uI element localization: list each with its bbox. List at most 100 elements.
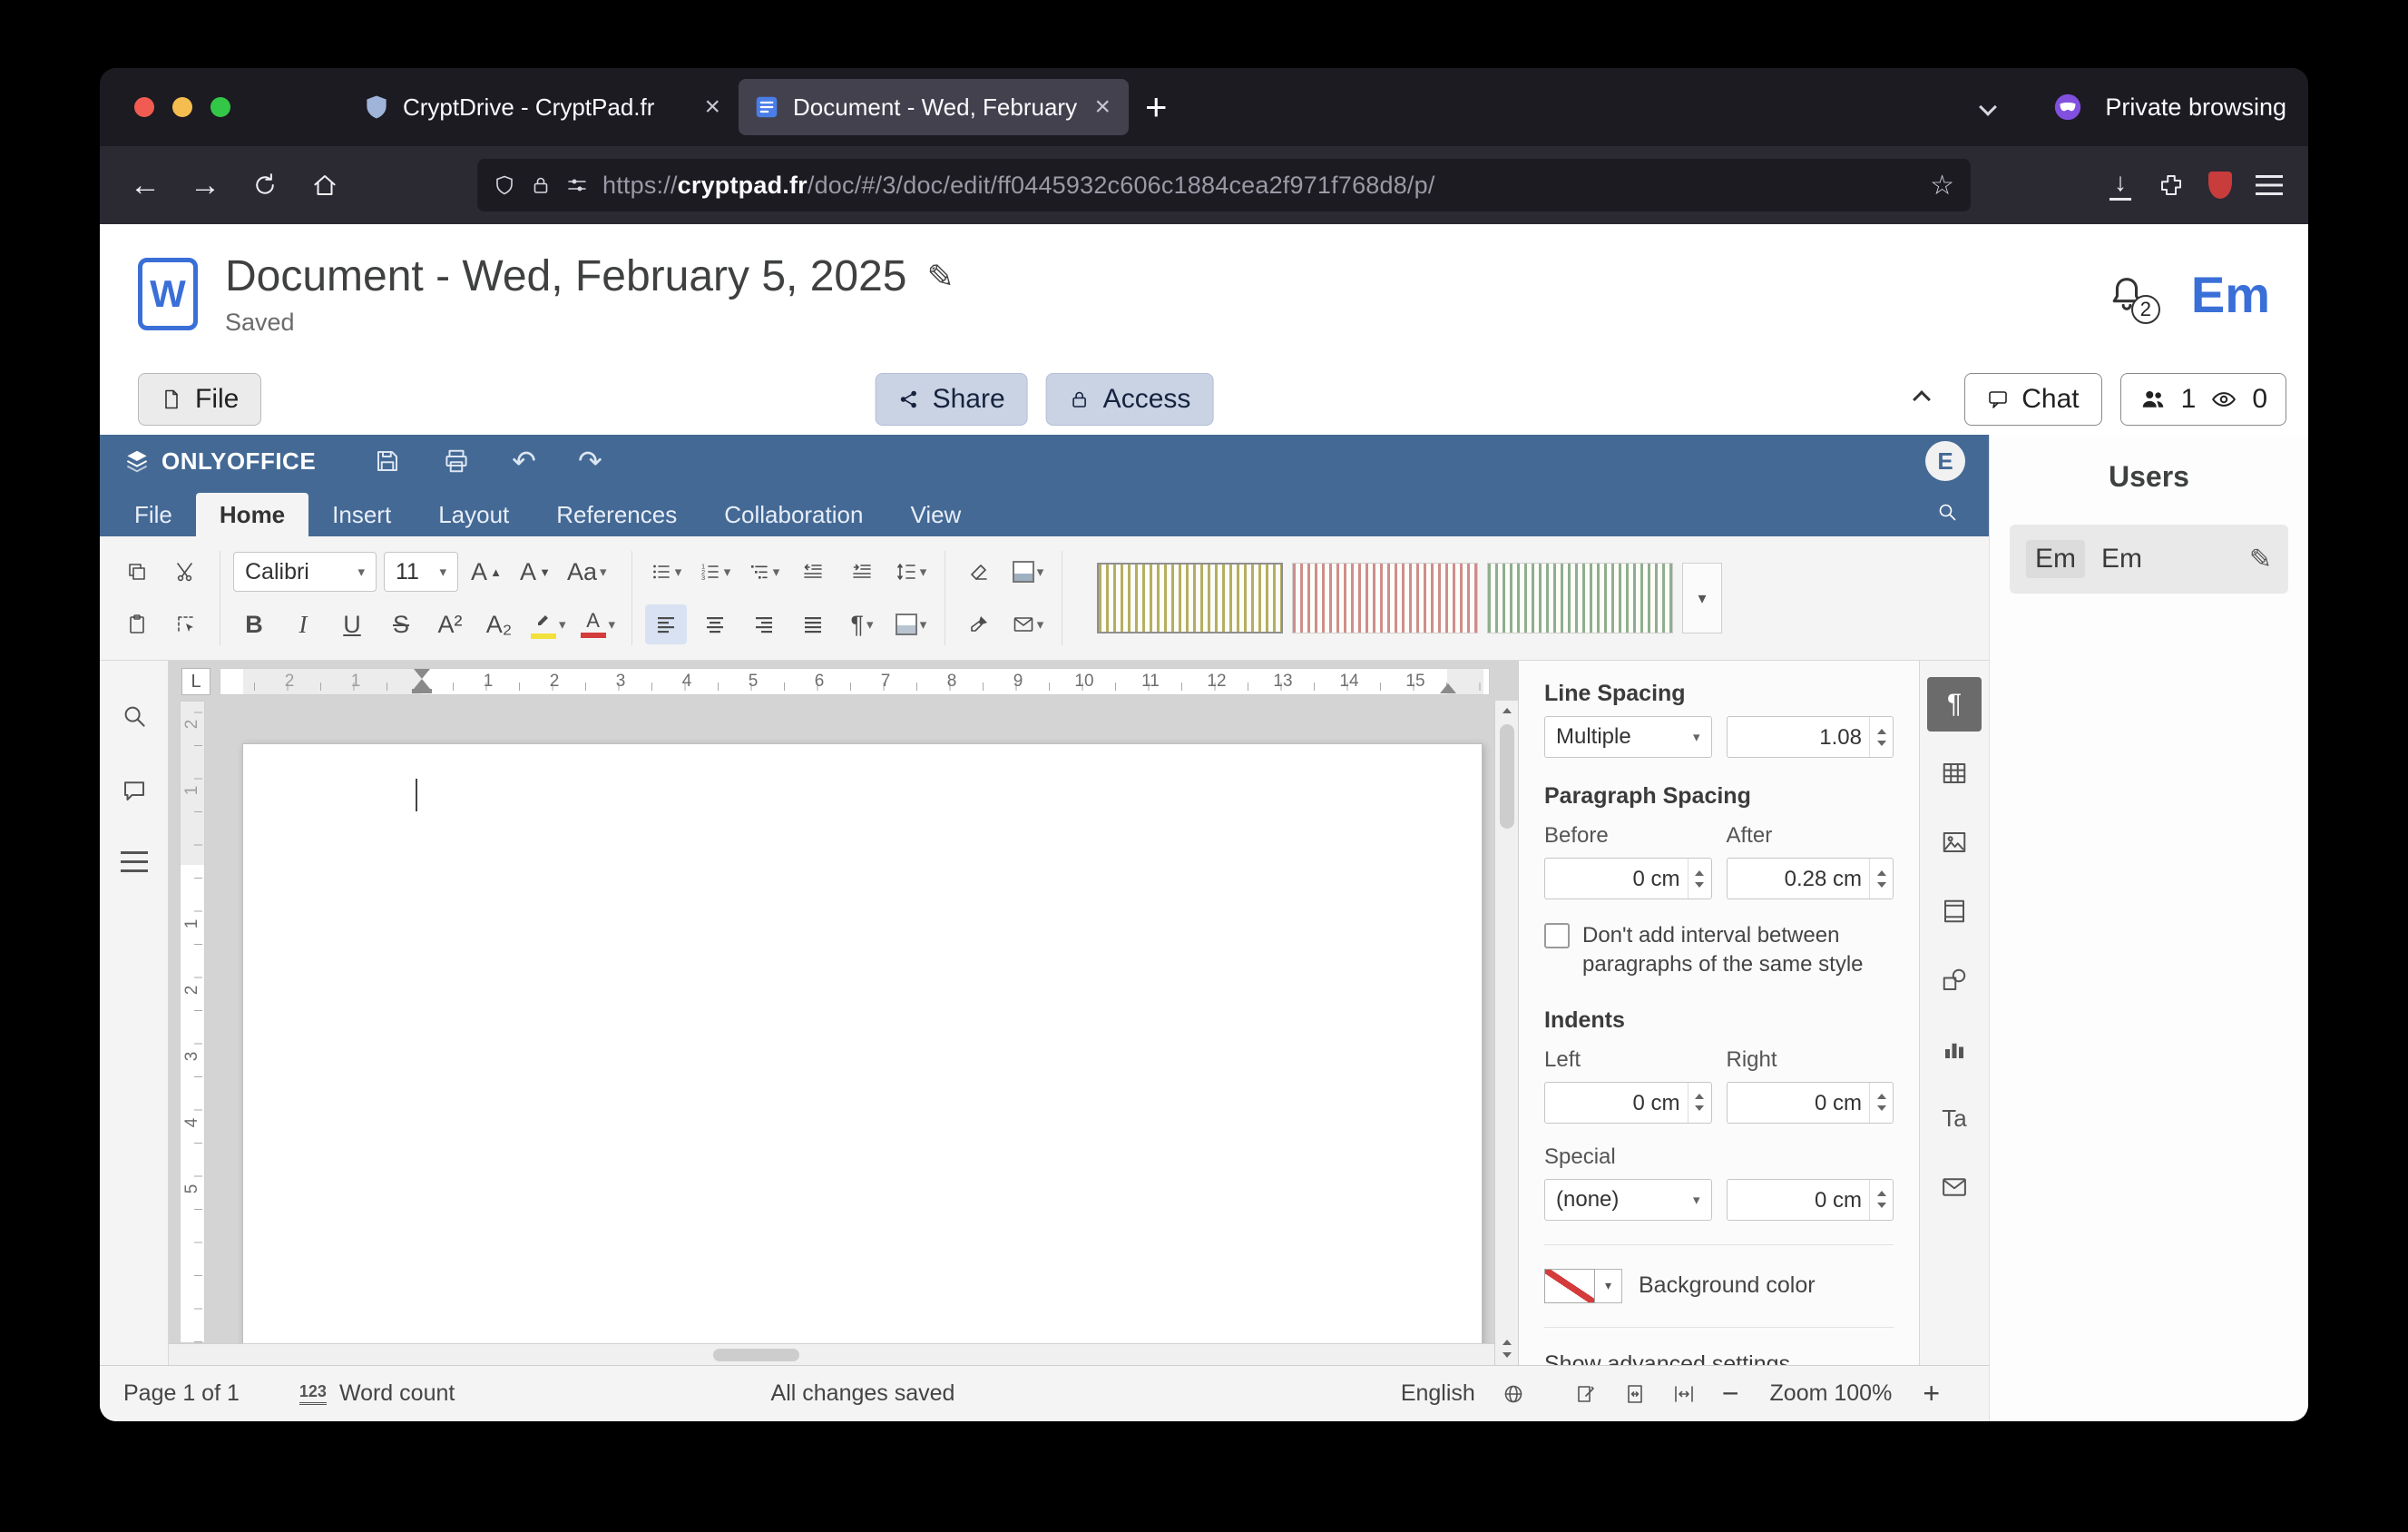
spin-up-icon[interactable] bbox=[1877, 1191, 1886, 1196]
collapse-toolbar-button[interactable] bbox=[1897, 375, 1946, 424]
align-left-button[interactable] bbox=[645, 604, 687, 644]
fit-width-icon[interactable] bbox=[1673, 1383, 1695, 1405]
address-bar[interactable]: https://cryptpad.fr/doc/#/3/doc/edit/ff0… bbox=[477, 159, 1971, 211]
cut-button[interactable] bbox=[165, 552, 207, 592]
table-settings-icon[interactable] bbox=[1927, 746, 1982, 800]
subscript-button[interactable]: A₂ bbox=[478, 604, 520, 644]
font-name-select[interactable]: Calibri▾ bbox=[233, 552, 377, 592]
zoom-in-icon[interactable]: + bbox=[1923, 1377, 1940, 1410]
list-all-tabs-icon[interactable] bbox=[1980, 98, 1998, 116]
spin-up-icon[interactable] bbox=[1877, 1094, 1886, 1099]
clear-style-button[interactable] bbox=[958, 552, 1000, 592]
textart-settings-icon[interactable]: Ta bbox=[1927, 1091, 1982, 1145]
special-indent-select[interactable]: (none)▾ bbox=[1544, 1179, 1712, 1221]
back-button[interactable]: ← bbox=[120, 160, 171, 211]
menu-tab-file[interactable]: File bbox=[111, 493, 196, 536]
forward-button[interactable]: → bbox=[180, 160, 230, 211]
comments-icon[interactable] bbox=[121, 777, 148, 804]
line-spacing-spinner[interactable]: 1.08 bbox=[1727, 716, 1894, 758]
chart-settings-icon[interactable] bbox=[1927, 1022, 1982, 1076]
left-indent-marker[interactable] bbox=[414, 679, 430, 689]
left-indent-base[interactable] bbox=[412, 689, 432, 693]
zoom-level[interactable]: Zoom 100% bbox=[1770, 1380, 1893, 1407]
editor-search-icon[interactable] bbox=[1936, 501, 1958, 523]
home-button[interactable] bbox=[299, 160, 350, 211]
tracking-shield-icon[interactable] bbox=[494, 174, 515, 196]
highlight-color-button[interactable]: ▾ bbox=[527, 604, 570, 644]
lock-icon[interactable] bbox=[530, 174, 552, 196]
style-preview-no-spacing[interactable] bbox=[1292, 563, 1478, 633]
spin-down-icon[interactable] bbox=[1877, 1105, 1886, 1111]
line-spacing-button[interactable]: ▾ bbox=[890, 552, 932, 592]
header-footer-settings-icon[interactable] bbox=[1927, 884, 1982, 938]
user-avatar[interactable]: Em bbox=[2191, 265, 2270, 324]
right-indent-marker[interactable] bbox=[1440, 683, 1456, 693]
presence-counts[interactable]: 1 0 bbox=[2120, 373, 2286, 426]
copy-button[interactable] bbox=[116, 552, 158, 592]
window-minimize-button[interactable] bbox=[172, 97, 192, 117]
nonprinting-chars-button[interactable]: ¶▾ bbox=[841, 604, 883, 644]
permissions-icon[interactable] bbox=[566, 174, 588, 196]
find-icon[interactable] bbox=[121, 702, 148, 730]
word-count-button[interactable]: 123 Word count bbox=[299, 1380, 455, 1407]
tab-stop-selector[interactable]: L bbox=[181, 668, 210, 695]
tab-close-icon[interactable]: × bbox=[700, 92, 724, 123]
zoom-out-icon[interactable]: − bbox=[1722, 1377, 1739, 1410]
spacing-before-spinner[interactable]: 0 cm bbox=[1544, 858, 1712, 899]
collaborator-avatar[interactable]: E bbox=[1925, 441, 1965, 481]
scrollbar-thumb[interactable] bbox=[713, 1349, 799, 1361]
scroll-up-icon[interactable] bbox=[1503, 708, 1512, 713]
first-line-indent-marker[interactable] bbox=[414, 669, 430, 679]
justify-button[interactable] bbox=[792, 604, 834, 644]
indent-left-spinner[interactable]: 0 cm bbox=[1544, 1082, 1712, 1124]
undo-icon[interactable]: ↶ bbox=[512, 447, 536, 476]
underline-button[interactable]: U bbox=[331, 604, 373, 644]
no-interval-checkbox[interactable] bbox=[1544, 923, 1570, 948]
shape-settings-icon[interactable] bbox=[1927, 953, 1982, 1007]
bullet-list-button[interactable]: ▾ bbox=[645, 552, 687, 592]
spin-down-icon[interactable] bbox=[1877, 882, 1886, 888]
paragraph-settings-icon[interactable]: ¶ bbox=[1927, 677, 1982, 732]
spin-up-icon[interactable] bbox=[1877, 729, 1886, 734]
extensions-icon[interactable] bbox=[2158, 172, 2185, 199]
spin-down-icon[interactable] bbox=[1695, 882, 1704, 888]
file-menu-button[interactable]: File bbox=[138, 373, 261, 426]
italic-button[interactable]: I bbox=[282, 604, 324, 644]
copy-style-button[interactable] bbox=[958, 604, 1000, 644]
vertical-scrollbar[interactable] bbox=[1494, 701, 1518, 1365]
notifications-bell[interactable]: 2 bbox=[2106, 273, 2148, 315]
spellcheck-icon[interactable] bbox=[1575, 1383, 1597, 1405]
reload-button[interactable] bbox=[240, 160, 290, 211]
menu-tab-references[interactable]: References bbox=[533, 493, 700, 536]
spin-up-icon[interactable] bbox=[1695, 870, 1704, 876]
special-indent-spinner[interactable]: 0 cm bbox=[1727, 1179, 1894, 1221]
page-indicator[interactable]: Page 1 of 1 bbox=[123, 1380, 240, 1407]
user-list-item[interactable]: Em Em ✎ bbox=[2010, 525, 2288, 594]
background-color-dropdown[interactable]: ▾ bbox=[1595, 1269, 1622, 1303]
increase-indent-button[interactable] bbox=[841, 552, 883, 592]
indent-right-spinner[interactable]: 0 cm bbox=[1727, 1082, 1894, 1124]
advanced-settings-link[interactable]: Show advanced settings bbox=[1544, 1351, 1790, 1365]
horizontal-ruler[interactable]: 2 1 1 2 3 4 5 6 7 8 9 10 11 bbox=[220, 668, 1490, 695]
mail-merge-button[interactable]: ▾ bbox=[1007, 604, 1049, 644]
page-color-button[interactable]: ▾ bbox=[1007, 552, 1049, 592]
language-selector[interactable]: English bbox=[1401, 1380, 1475, 1407]
multilevel-list-button[interactable]: ▾ bbox=[743, 552, 785, 592]
window-zoom-button[interactable] bbox=[210, 97, 230, 117]
strikethrough-button[interactable]: S bbox=[380, 604, 422, 644]
paste-button[interactable] bbox=[116, 604, 158, 644]
fit-page-icon[interactable] bbox=[1624, 1383, 1646, 1405]
line-spacing-select[interactable]: Multiple▾ bbox=[1544, 716, 1712, 758]
save-icon[interactable] bbox=[374, 447, 401, 475]
font-size-select[interactable]: 11▾ bbox=[384, 552, 458, 592]
superscript-button[interactable]: A² bbox=[429, 604, 471, 644]
menu-icon[interactable] bbox=[2256, 175, 2283, 195]
document-title[interactable]: Document - Wed, February 5, 2025 bbox=[225, 251, 906, 301]
change-case-button[interactable]: Aa▾ bbox=[563, 552, 611, 592]
document-page[interactable] bbox=[242, 743, 1483, 1365]
horizontal-scrollbar[interactable] bbox=[169, 1343, 1494, 1365]
downloads-icon[interactable]: ↓ bbox=[2107, 170, 2134, 201]
rename-icon[interactable]: ✎ bbox=[926, 258, 954, 296]
document-canvas[interactable]: 2 1 1 2 3 4 5 bbox=[169, 701, 1518, 1365]
font-color-button[interactable]: A▾ bbox=[577, 604, 620, 644]
